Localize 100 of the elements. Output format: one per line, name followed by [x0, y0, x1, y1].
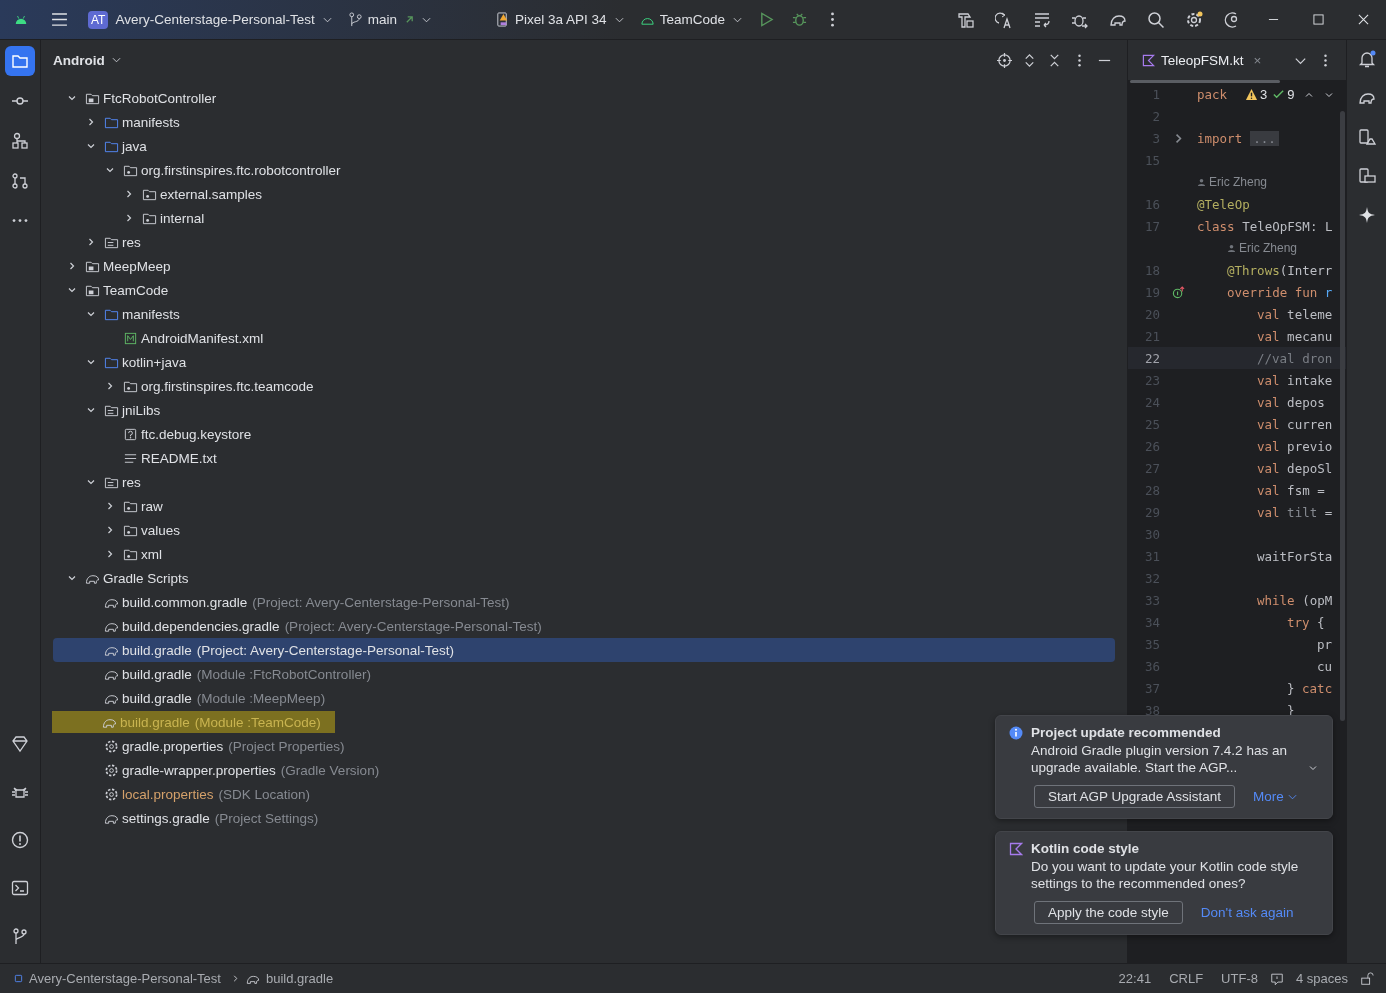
breadcrumb[interactable]: build.gradle: [265, 971, 334, 986]
code-token: =: [1323, 504, 1333, 520]
device-selector[interactable]: Pixel 3a API 34: [487, 8, 632, 31]
collapse-all-icon[interactable]: [1047, 52, 1062, 68]
comment-icon[interactable]: [1269, 971, 1284, 986]
chevron-down-icon[interactable]: [86, 309, 96, 319]
caret-position[interactable]: 22:41: [1118, 971, 1152, 986]
device-mirror-icon[interactable]: [1357, 167, 1376, 185]
tree-item[interactable]: manifests: [53, 302, 182, 326]
run-icon[interactable]: [758, 12, 774, 27]
android-icon[interactable]: [14, 14, 28, 25]
git-branch-icon[interactable]: [11, 927, 29, 945]
tree-item[interactable]: Gradle Scripts: [53, 566, 191, 590]
code-token: val: [1257, 482, 1280, 498]
tree-item[interactable]: AndroidManifest.xml: [53, 326, 266, 350]
chevron-down-icon[interactable]: [86, 141, 96, 151]
chevron-down-icon: [1287, 793, 1297, 800]
chevron-right-icon[interactable]: [105, 525, 115, 535]
tree-item[interactable]: kotlin+java: [53, 350, 189, 374]
branch-selector[interactable]: main: [339, 8, 440, 31]
project-selector[interactable]: AT Avery-Centerstage-Personal-Test: [80, 6, 340, 33]
breadcrumb[interactable]: Avery-Centerstage-Personal-Test: [29, 971, 221, 986]
line-number: 22: [1143, 350, 1160, 366]
tree-item[interactable]: manifests: [53, 110, 182, 134]
close-tab-button[interactable]: ×: [1253, 52, 1262, 68]
line-separator[interactable]: CRLF: [1169, 971, 1204, 986]
tree-item[interactable]: java: [53, 134, 149, 158]
close-icon[interactable]: [1358, 14, 1369, 25]
chevron-right-icon[interactable]: [105, 381, 115, 391]
file-encoding[interactable]: UTF-8: [1221, 971, 1258, 986]
tree-item[interactable]: build.gradle (Project: Avery-Centerstage-Personal-Test): [53, 638, 1115, 662]
code-token: {: [1316, 614, 1325, 630]
chevron-down-icon[interactable]: [67, 93, 77, 103]
chevron-right-icon[interactable]: [105, 501, 115, 511]
chevron-right-icon[interactable]: [67, 261, 77, 271]
scrollbar[interactable]: [1340, 111, 1345, 721]
expand-chevron-icon[interactable]: [1308, 763, 1318, 773]
notification-action-button[interactable]: Apply the code style: [1034, 901, 1183, 924]
lock-icon[interactable]: [1360, 971, 1374, 986]
indent-setting[interactable]: 4 spaces: [1295, 971, 1348, 986]
chevron-down-icon[interactable]: [105, 165, 115, 175]
list-icon[interactable]: [1033, 10, 1051, 29]
hammer-icon[interactable]: [957, 10, 975, 29]
tree-item[interactable]: README.txt: [53, 446, 219, 470]
chevron-down-icon[interactable]: [67, 573, 77, 583]
tree-item[interactable]: raw: [53, 494, 165, 518]
run-config-selector[interactable]: TeamCode: [631, 8, 750, 31]
tree-item[interactable]: TeamCode: [53, 278, 171, 302]
chevron-right-icon[interactable]: [86, 237, 96, 247]
tree-item[interactable]: jniLibs: [53, 398, 163, 422]
terminal-icon[interactable]: [11, 879, 29, 897]
tree-item[interactable]: gradle-wrapper.properties (Gradle Version): [53, 758, 382, 782]
chevron-right-icon[interactable]: [105, 549, 115, 559]
tree-item[interactable]: external.samples: [53, 182, 265, 206]
tree-item[interactable]: build.dependencies.gradle (Project: Avery-Centerstage-Personal-Test): [53, 614, 544, 638]
target-icon[interactable]: [997, 52, 1012, 68]
problems-icon[interactable]: [11, 831, 29, 849]
tree-item[interactable]: internal: [53, 206, 207, 230]
project-view-selector[interactable]: Android: [47, 48, 127, 72]
search-icon[interactable]: [1147, 10, 1165, 29]
chevron-down-icon[interactable]: [86, 477, 96, 487]
tree-item[interactable]: FtcRobotController: [53, 86, 219, 110]
tree-item[interactable]: org.firstinspires.ftc.robotcontroller: [53, 158, 343, 182]
device-manager-icon[interactable]: [1357, 128, 1376, 146]
folder-tool-button[interactable]: [5, 46, 35, 76]
chevron-right-icon[interactable]: [86, 117, 96, 127]
bug-icon[interactable]: [791, 12, 807, 27]
chevron-down-icon[interactable]: [67, 285, 77, 295]
tree-item[interactable]: gradle.properties (Project Properties): [53, 734, 347, 758]
notifications-icon[interactable]: [1357, 50, 1376, 68]
tree-item[interactable]: values: [53, 518, 183, 542]
tree-item[interactable]: local.properties (SDK Location): [53, 782, 313, 806]
tree-item[interactable]: res: [53, 230, 143, 254]
chevron-right-icon[interactable]: [124, 189, 134, 199]
author-hint[interactable]: Eric Zheng: [1197, 175, 1268, 189]
implements-marker-icon[interactable]: [1172, 285, 1185, 299]
settings-icon[interactable]: [1185, 10, 1203, 29]
code-token: fsm =: [1286, 482, 1325, 498]
menu-icon[interactable]: [51, 13, 68, 26]
tree-item[interactable]: build.common.gradle (Project: Avery-Centerstage-Personal-Test): [53, 590, 512, 614]
tree-item[interactable]: settings.gradle (Project Settings): [53, 806, 321, 830]
chevron-down-icon[interactable]: [86, 405, 96, 415]
tree-item[interactable]: xml: [53, 542, 164, 566]
tree-item[interactable]: org.firstinspires.ftc.teamcode: [53, 374, 316, 398]
tree-item[interactable]: build.gradle (Module :FtcRobotController): [53, 662, 373, 686]
tree-item[interactable]: build.gradle (Module :MeepMeep): [53, 686, 328, 710]
code-token: teleme: [1286, 306, 1333, 322]
chevron-down-icon: [732, 16, 742, 23]
author-hint[interactable]: Eric Zheng: [1227, 241, 1298, 255]
tree-item[interactable]: MeepMeep: [53, 254, 173, 278]
gem-icon[interactable]: [11, 735, 29, 753]
chevron-right-icon[interactable]: [124, 213, 134, 223]
maximize-icon[interactable]: [1313, 14, 1324, 25]
person-icon: [1197, 177, 1206, 187]
person-icon: [1227, 243, 1236, 253]
notification-action-button[interactable]: Start AGP Upgrade Assistant: [1034, 785, 1236, 808]
tree-item[interactable]: ftc.debug.keystore: [53, 422, 254, 446]
tree-item[interactable]: res: [53, 470, 143, 494]
chevron-down-icon[interactable]: [86, 357, 96, 367]
apply-changes-icon[interactable]: [995, 10, 1013, 29]
